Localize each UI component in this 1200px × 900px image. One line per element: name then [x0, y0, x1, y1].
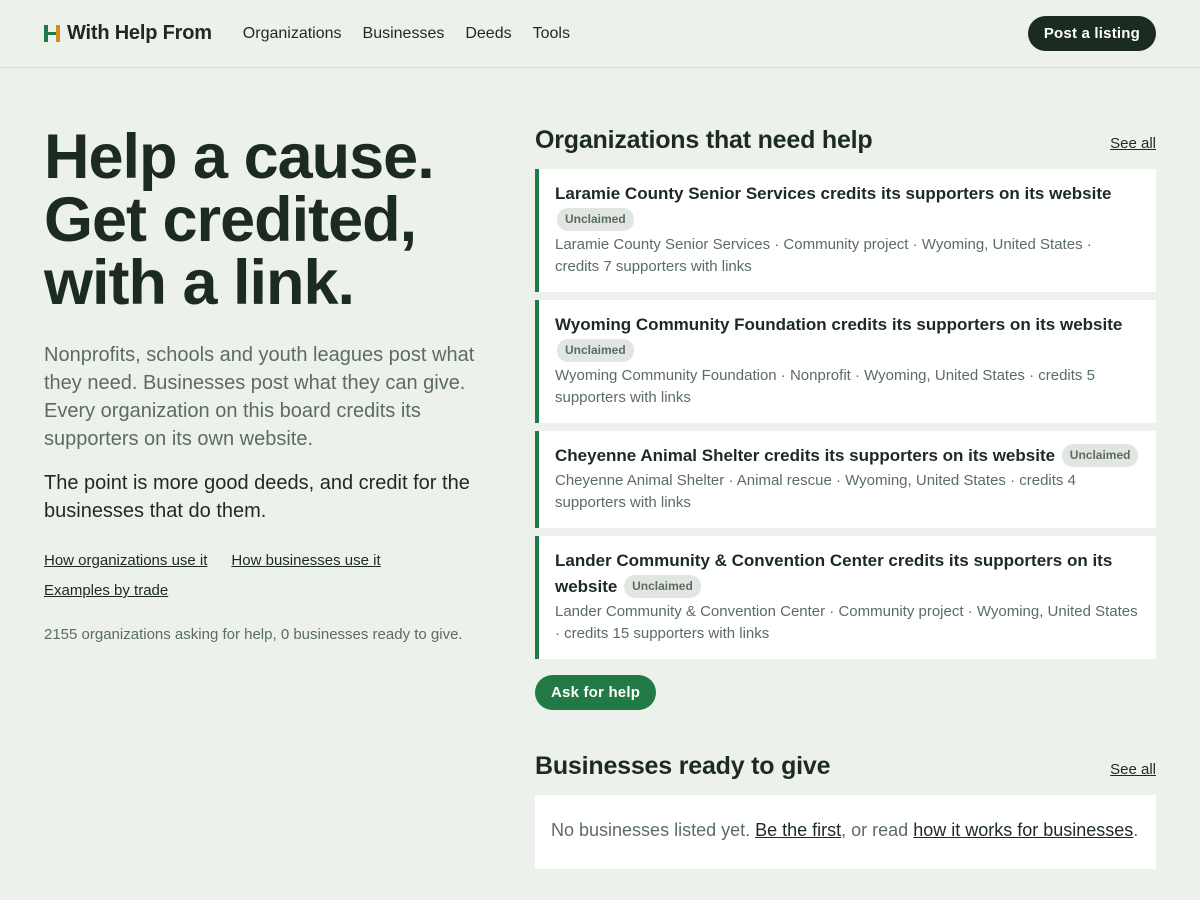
unclaimed-badge: Unclaimed — [557, 339, 634, 362]
hero-line: with a link. — [44, 248, 355, 318]
biz-empty-state: No businesses listed yet. Be the first, … — [535, 795, 1156, 869]
org-card-title[interactable]: Cheyenne Animal Shelter credits its supp… — [555, 443, 1140, 469]
empty-text: No businesses listed yet. — [551, 820, 756, 840]
org-card[interactable]: Wyoming Community Foundation credits its… — [535, 300, 1156, 423]
org-card[interactable]: Lander Community & Convention Center cre… — [535, 536, 1156, 659]
org-card-title[interactable]: Wyoming Community Foundation credits its… — [555, 312, 1140, 364]
org-card[interactable]: Cheyenne Animal Shelter credits its supp… — [535, 431, 1156, 528]
logo-icon — [44, 25, 60, 42]
main-nav: Organizations Businesses Deeds Tools — [243, 25, 570, 43]
unclaimed-badge: Unclaimed — [624, 575, 701, 598]
org-card-meta: Laramie County Senior Services · Communi… — [555, 236, 1092, 275]
biz-see-all-link[interactable]: See all — [1110, 761, 1156, 778]
be-the-first-link[interactable]: Be the first — [755, 820, 841, 840]
orgs-section-header: Organizations that need help See all — [535, 126, 1156, 155]
ask-for-help-button[interactable]: Ask for help — [535, 675, 657, 710]
biz-section-header: Businesses ready to give See all — [535, 752, 1156, 781]
brand-name[interactable]: With Help From — [67, 22, 212, 45]
biz-section-title: Businesses ready to give — [535, 752, 831, 780]
hero-lede: Nonprofits, schools and youth leagues po… — [44, 344, 475, 450]
org-card[interactable]: Laramie County Senior Services credits i… — [535, 169, 1156, 292]
hero-headline: Help a cause. Get credited, with a link. — [44, 126, 489, 315]
brand[interactable]: With Help From — [44, 22, 212, 45]
orgs-see-all-link[interactable]: See all — [1110, 135, 1156, 152]
hero-line: Help a cause. — [44, 122, 435, 192]
org-card-meta: Cheyenne Animal Shelter · Animal rescue … — [555, 472, 1076, 511]
nav-tools[interactable]: Tools — [533, 25, 570, 43]
hero-point: The point is more good deeds, and credit… — [44, 472, 470, 522]
listings-column: Organizations that need help See all Lar… — [535, 126, 1156, 869]
site-header: With Help From Organizations Businesses … — [0, 0, 1200, 68]
orgs-section-title: Organizations that need help — [535, 126, 873, 154]
board-stats: 2155 organizations asking for help, 0 bu… — [44, 626, 463, 643]
businesses-section: Businesses ready to give See all No busi… — [535, 752, 1156, 869]
how-organizations-link[interactable]: How organizations use it — [44, 549, 207, 572]
main-content: Help a cause. Get credited, with a link.… — [0, 68, 1200, 869]
nav-businesses[interactable]: Businesses — [363, 25, 445, 43]
unclaimed-badge: Unclaimed — [557, 208, 634, 231]
nav-deeds[interactable]: Deeds — [465, 25, 511, 43]
examples-by-trade-link[interactable]: Examples by trade — [44, 579, 168, 602]
org-card-list: Laramie County Senior Services credits i… — [535, 169, 1156, 659]
org-card-title[interactable]: Laramie County Senior Services credits i… — [555, 181, 1140, 233]
hero-column: Help a cause. Get credited, with a link.… — [44, 126, 489, 869]
hero-links: How organizations use it How businesses … — [44, 549, 489, 602]
how-it-works-businesses-link[interactable]: how it works for businesses — [913, 820, 1133, 840]
nav-organizations[interactable]: Organizations — [243, 25, 342, 43]
org-card-meta: Lander Community & Convention Center · C… — [555, 603, 1138, 642]
empty-text: , or read — [841, 820, 914, 840]
org-card-title[interactable]: Lander Community & Convention Center cre… — [555, 548, 1140, 600]
how-businesses-link[interactable]: How businesses use it — [231, 549, 380, 572]
unclaimed-badge: Unclaimed — [1061, 444, 1139, 467]
hero-line: Get credited, — [44, 185, 417, 255]
org-card-meta: Wyoming Community Foundation · Nonprofit… — [555, 367, 1095, 406]
post-listing-button[interactable]: Post a listing — [1027, 16, 1156, 51]
empty-text: . — [1133, 820, 1139, 840]
